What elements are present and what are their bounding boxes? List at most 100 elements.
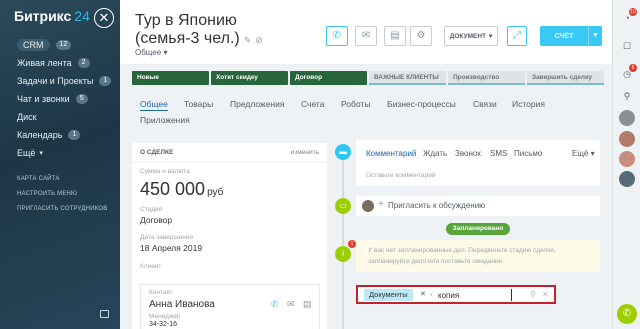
invoice-dropdown-button[interactable]: ▼ [588, 26, 602, 46]
avatar[interactable] [619, 151, 635, 167]
edit-link[interactable]: изменить [291, 149, 319, 156]
stage-discount[interactable]: Хотят скидку [211, 71, 288, 85]
settings-button[interactable]: ⚙ [410, 26, 432, 46]
sidebar-item-chat[interactable]: Чат и звонки 5 [0, 90, 120, 108]
invite-row[interactable]: + Пригласить к обсуждению [356, 196, 600, 216]
stage-important-clients[interactable]: ВАЖНЫЕ КЛИЕНТЫ [369, 71, 446, 85]
activity-editor: Комментарий Ждать Звонок SMS Письмо Ещё … [356, 140, 600, 186]
close-date-value: 18 Апреля 2019 [140, 243, 203, 253]
invite-employees-link[interactable]: ПРИГЛАСИТЬ СОТРУДНИКОВ [17, 202, 107, 217]
sidebar-item-crm[interactable]: CRM 12 [0, 36, 120, 54]
logo-number: 24 [74, 8, 90, 24]
tab-invoices[interactable]: Счета [301, 99, 324, 109]
chat-icon[interactable]: ☐ [619, 38, 635, 54]
phone-icon[interactable]: ✆ [617, 304, 637, 324]
sidebar-item-calendar[interactable]: Календарь 1 [0, 126, 120, 144]
chat-icon[interactable]: ▤ [303, 299, 312, 310]
notice-text: У вас нет запланированных дел. Передвинь… [368, 247, 556, 265]
left-sidebar: Битрикс 24 ✕ CRM 12 Живая лента 2 Задачи и … [0, 0, 120, 329]
tab-general[interactable]: Общее [140, 99, 168, 111]
tab-robots[interactable]: Роботы [341, 99, 370, 109]
print-icon[interactable] [100, 310, 109, 318]
contact-name[interactable]: Анна Иванова [149, 299, 215, 310]
tab-wait[interactable]: Ждать [423, 149, 447, 158]
filter-tag: Документы [364, 289, 413, 301]
sidebar-small-links: КАРТА САЙТА НАСТРОИТЬ МЕНЮ ПРИГЛАСИТЬ СО… [17, 172, 107, 217]
sidebar-item-tasks[interactable]: Задачи и Проекты 1 [0, 72, 120, 90]
card-header: О СДЕЛКЕ изменить [132, 143, 327, 163]
stage-new[interactable]: Новые [132, 71, 209, 85]
pencil-icon[interactable]: ✎ [244, 35, 252, 45]
link-icon[interactable]: ⊘ [255, 35, 263, 45]
sidebar-item-count: 5 [75, 94, 88, 104]
stage-production[interactable]: Производство [448, 71, 525, 85]
phone-icon[interactable]: ✆ [271, 299, 279, 310]
chat-icon: ▤ [390, 30, 400, 41]
avatar[interactable] [619, 110, 635, 126]
search-icon[interactable]: ⚲ [619, 88, 635, 104]
avatar [362, 200, 374, 212]
currency: руб [207, 187, 224, 198]
invoice-button[interactable]: СЧЁТ [540, 26, 588, 46]
sidebar-item-disk[interactable]: Диск [0, 108, 120, 126]
contact-box: Контакт Анна Иванова Менеджер 34-32-16 ✆… [140, 284, 320, 329]
invite-icon: ▭ [335, 198, 351, 214]
deal-category[interactable]: Общее ▾ [135, 48, 167, 57]
tab-offers[interactable]: Предложения [230, 99, 284, 109]
call-button[interactable]: ✆ [326, 26, 348, 46]
sitemap-link[interactable]: КАРТА САЙТА [17, 172, 107, 187]
tab-history[interactable]: История [512, 99, 545, 109]
filter-separator: - [430, 290, 433, 299]
notification-badge: 10 [629, 8, 637, 16]
envelope-icon: ✉ [361, 30, 371, 41]
planned-badge: Запланировано [446, 223, 510, 235]
tab-email[interactable]: Письмо [514, 149, 542, 158]
tab-more[interactable]: Ещё ▾ [572, 149, 595, 158]
close-date-label: Дата завершения [140, 234, 193, 241]
category-label: Общее [135, 48, 162, 57]
search-input[interactable] [438, 289, 512, 301]
close-icon[interactable]: ✕ [420, 289, 426, 301]
stage-contract[interactable]: Договор [290, 71, 367, 85]
deal-header: Тур в Японию (семья-3 чел.) ✎ ⊘ Общее ▾ ✆ … [120, 0, 612, 64]
logo[interactable]: Битрикс 24 [14, 8, 90, 24]
sidebar-menu: CRM 12 Живая лента 2 Задачи и Проекты 1 Чат… [0, 36, 120, 162]
avatar[interactable] [619, 131, 635, 147]
sidebar-item-count: 1 [99, 76, 112, 86]
tab-business-processes[interactable]: Бизнес-процессы [387, 99, 456, 109]
deal-title: Тур в Японию (семья-3 чел.) ✎ ⊘ [135, 12, 305, 49]
gear-icon: ⚙ [416, 30, 426, 41]
contact-role: Менеджер [149, 313, 181, 320]
sidebar-item-label: CRM [17, 39, 50, 51]
expand-button[interactable]: ⤢ [507, 26, 527, 46]
info-icon: i [335, 246, 351, 262]
email-button[interactable]: ✉ [355, 26, 377, 46]
deal-title-text: Тур в Японию (семья-3 чел.) [135, 12, 240, 47]
stage-label: Стадия [140, 206, 163, 213]
contact-label: Контакт [149, 289, 173, 296]
tab-applications[interactable]: Приложения [140, 115, 190, 125]
tab-comment[interactable]: Комментарий [366, 149, 416, 158]
avatar[interactable] [619, 171, 635, 187]
sidebar-item-feed[interactable]: Живая лента 2 [0, 54, 120, 72]
sidebar-item-count: 1 [68, 130, 81, 140]
expand-icon: ⤢ [513, 30, 521, 41]
document-button[interactable]: ДОКУМЕНТ ▾ [444, 26, 498, 46]
stage-close-deal[interactable]: Завершить сделку [527, 71, 604, 85]
clear-icon[interactable]: ✕ [542, 289, 549, 301]
sidebar-item-more[interactable]: Ещё ▾ [0, 144, 120, 162]
close-icon[interactable]: ✕ [94, 8, 114, 28]
amount-number: 450 000 [140, 179, 206, 199]
tab-links[interactable]: Связи [473, 99, 497, 109]
stage-bar: Новые Хотят скидку Договор ВАЖНЫЕ КЛИЕНТ… [132, 71, 604, 85]
chat-button[interactable]: ▤ [384, 26, 406, 46]
configure-menu-link[interactable]: НАСТРОИТЬ МЕНЮ [17, 187, 107, 202]
tab-products[interactable]: Товары [184, 99, 213, 109]
sidebar-item-label: Ещё [17, 148, 36, 158]
comment-input[interactable]: Оставьте комментарий [366, 172, 436, 179]
tab-sms[interactable]: SMS [490, 149, 507, 158]
phone-icon: ✆ [332, 30, 342, 41]
tab-call[interactable]: Звонок [455, 149, 481, 158]
envelope-icon[interactable]: ✉ [287, 299, 295, 310]
search-icon[interactable]: ⚲ [530, 289, 536, 301]
